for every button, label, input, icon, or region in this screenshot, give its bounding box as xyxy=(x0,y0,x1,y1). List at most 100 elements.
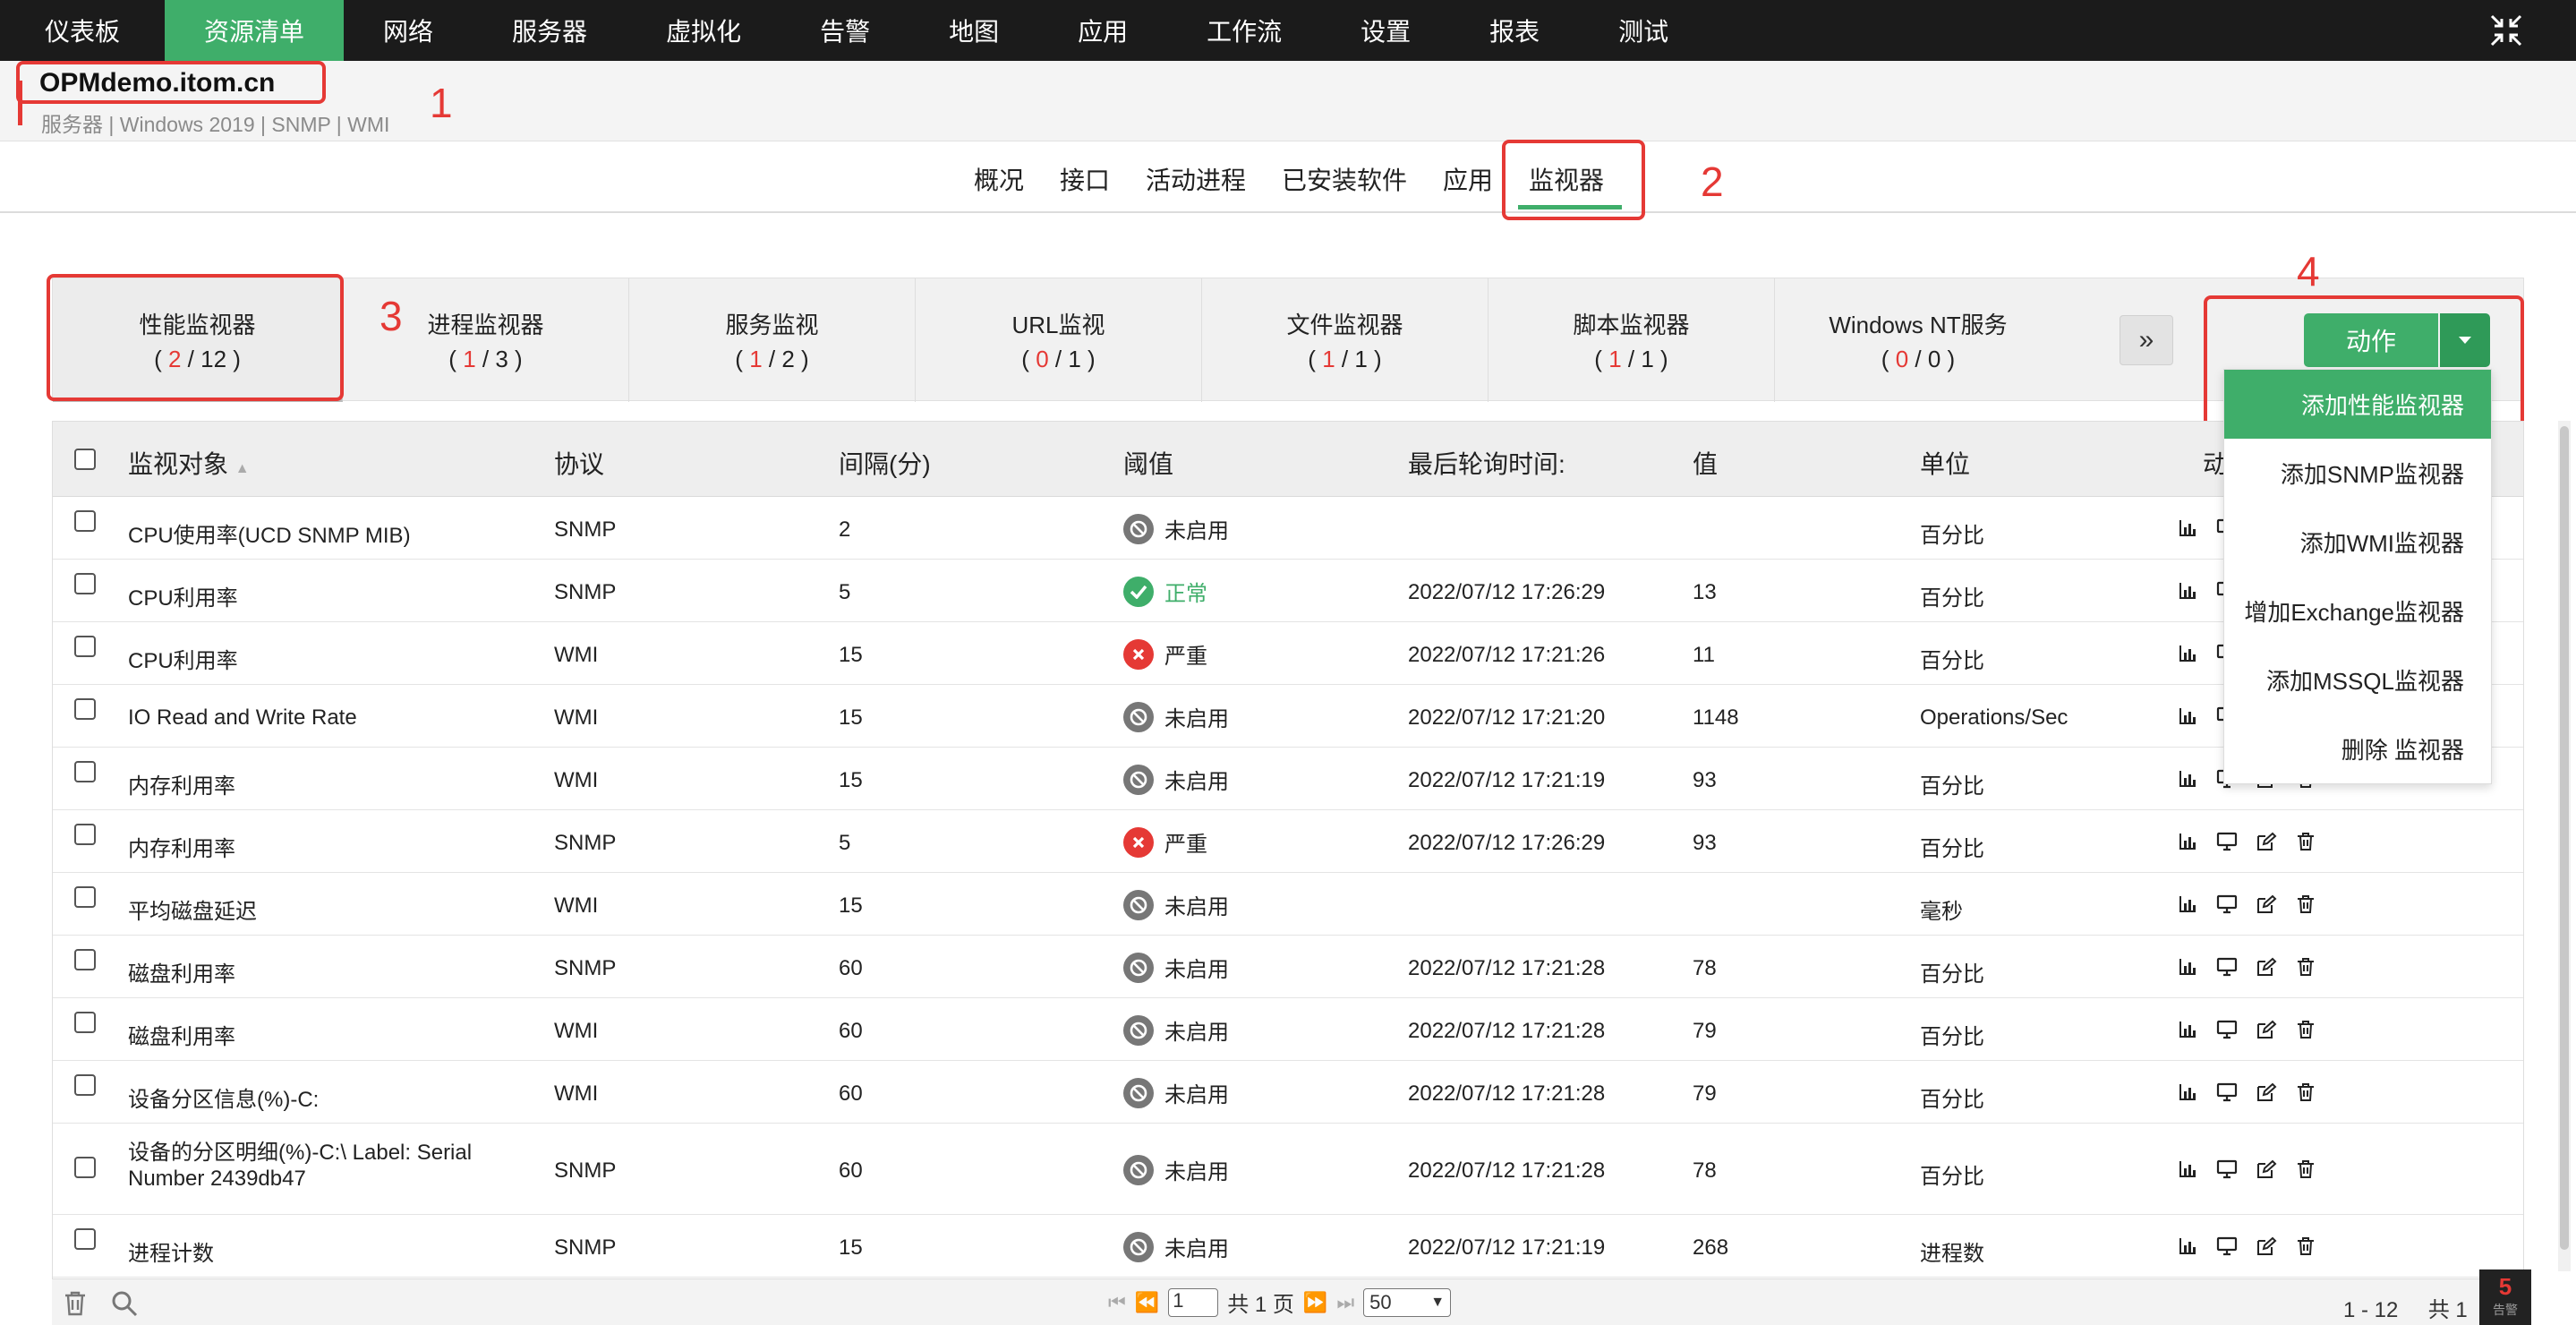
row-checkbox[interactable] xyxy=(74,949,96,970)
nav-network[interactable]: 网络 xyxy=(344,0,473,61)
row-checkbox[interactable] xyxy=(74,510,96,532)
header-interval[interactable]: 间隔(分) xyxy=(839,445,931,481)
chart-icon[interactable] xyxy=(2176,1235,2199,1258)
header-monitor[interactable]: 监视对象 ▲ xyxy=(128,445,250,481)
delete-icon[interactable] xyxy=(2294,893,2317,916)
subtab-file[interactable]: 文件监视器 ( 1 / 1 ) xyxy=(1202,278,1488,402)
chart-icon[interactable] xyxy=(2176,830,2199,853)
monitor-icon[interactable] xyxy=(2215,1081,2239,1104)
edit-icon[interactable] xyxy=(2255,893,2278,916)
scrollbar-thumb[interactable] xyxy=(2560,426,2569,1250)
nav-test[interactable]: 测试 xyxy=(1579,0,1708,61)
subtab-windows-nt[interactable]: Windows NT服务 ( 0 / 0 ) xyxy=(1775,278,2061,402)
last-page-icon[interactable]: ⏭ xyxy=(1336,1291,1354,1314)
nav-dashboard[interactable]: 仪表板 xyxy=(0,0,165,61)
more-tabs-button[interactable]: » xyxy=(2120,315,2173,365)
edit-icon[interactable] xyxy=(2255,830,2278,853)
chart-icon[interactable] xyxy=(2176,1081,2199,1104)
chart-icon[interactable] xyxy=(2176,1158,2199,1181)
nav-virtualization[interactable]: 虚拟化 xyxy=(627,0,780,61)
monitor-name[interactable]: 内存利用率 xyxy=(128,831,235,862)
row-checkbox[interactable] xyxy=(74,573,96,594)
header-unit[interactable]: 单位 xyxy=(1920,445,1970,481)
menu-add-wmi-monitor[interactable]: 添加WMI监视器 xyxy=(2224,508,2491,577)
monitor-name[interactable]: 内存利用率 xyxy=(128,768,235,799)
menu-add-mssql-monitor[interactable]: 添加MSSQL监视器 xyxy=(2224,645,2491,714)
monitor-icon[interactable] xyxy=(2215,893,2239,916)
row-checkbox[interactable] xyxy=(74,824,96,845)
row-checkbox[interactable] xyxy=(74,1074,96,1096)
row-checkbox[interactable] xyxy=(74,1228,96,1250)
search-icon[interactable] xyxy=(111,1290,138,1317)
subtab-script[interactable]: 脚本监视器 ( 1 / 1 ) xyxy=(1488,278,1775,402)
row-checkbox[interactable] xyxy=(74,698,96,720)
nav-apps[interactable]: 应用 xyxy=(1038,0,1167,61)
page-size-select[interactable]: 50 ▼ xyxy=(1363,1287,1452,1317)
row-checkbox[interactable] xyxy=(74,636,96,657)
header-threshold[interactable]: 阈值 xyxy=(1123,445,1173,481)
next-page-icon[interactable]: ⏩ xyxy=(1303,1291,1327,1314)
monitor-icon[interactable] xyxy=(2215,1235,2239,1258)
delete-icon[interactable] xyxy=(2294,1235,2317,1258)
chart-icon[interactable] xyxy=(2176,955,2199,979)
subtab-service[interactable]: 服务监视 ( 1 / 2 ) xyxy=(629,278,916,402)
row-checkbox[interactable] xyxy=(74,761,96,782)
monitor-icon[interactable] xyxy=(2215,1018,2239,1041)
header-protocol[interactable]: 协议 xyxy=(554,445,604,481)
monitor-icon[interactable] xyxy=(2215,830,2239,853)
edit-icon[interactable] xyxy=(2255,1235,2278,1258)
menu-delete-monitor[interactable]: 删除 监视器 xyxy=(2224,714,2491,783)
monitor-icon[interactable] xyxy=(2215,1158,2239,1181)
monitor-name[interactable]: 设备分区信息(%)-C: xyxy=(128,1081,319,1113)
nav-inventory[interactable]: 资源清单 xyxy=(165,0,345,61)
header-value[interactable]: 值 xyxy=(1693,445,1718,481)
monitor-name[interactable]: CPU利用率 xyxy=(128,643,238,674)
row-checkbox[interactable] xyxy=(74,886,96,908)
chart-icon[interactable] xyxy=(2176,767,2199,791)
edit-icon[interactable] xyxy=(2255,955,2278,979)
subtab-url[interactable]: URL监视 ( 0 / 1 ) xyxy=(916,278,1202,402)
row-checkbox[interactable] xyxy=(74,1157,96,1178)
tab-interfaces[interactable]: 接口 xyxy=(1060,161,1110,197)
nav-workflow[interactable]: 工作流 xyxy=(1167,0,1321,61)
monitor-name[interactable]: IO Read and Write Rate xyxy=(128,705,357,731)
select-all-checkbox[interactable] xyxy=(74,449,96,470)
nav-reports[interactable]: 报表 xyxy=(1450,0,1579,61)
edit-icon[interactable] xyxy=(2255,1158,2278,1181)
tab-apps[interactable]: 应用 xyxy=(1443,161,1493,197)
tab-processes[interactable]: 活动进程 xyxy=(1146,161,1246,197)
monitor-name[interactable]: CPU使用率(UCD SNMP MIB) xyxy=(128,517,411,549)
menu-add-snmp-monitor[interactable]: 添加SNMP监视器 xyxy=(2224,439,2491,508)
tab-installed-software[interactable]: 已安装软件 xyxy=(1282,161,1407,197)
nav-alarms[interactable]: 告警 xyxy=(780,0,909,61)
chart-icon[interactable] xyxy=(2176,579,2199,603)
delete-icon[interactable] xyxy=(2294,955,2317,979)
chart-icon[interactable] xyxy=(2176,1018,2199,1041)
chart-icon[interactable] xyxy=(2176,893,2199,916)
chart-icon[interactable] xyxy=(2176,705,2199,728)
monitor-name[interactable]: CPU利用率 xyxy=(128,580,238,611)
trash-icon[interactable] xyxy=(63,1290,88,1317)
delete-icon[interactable] xyxy=(2294,1018,2317,1041)
menu-add-performance-monitor[interactable]: 添加性能监视器 xyxy=(2224,370,2491,439)
monitor-name[interactable]: 设备的分区明细(%)-C:\ Label: Serial xyxy=(128,1134,472,1166)
monitor-name[interactable]: 平均磁盘延迟 xyxy=(128,893,257,925)
header-last-poll[interactable]: 最后轮询时间: xyxy=(1408,445,1565,481)
nav-settings[interactable]: 设置 xyxy=(1321,0,1450,61)
monitor-name[interactable]: 进程计数 xyxy=(128,1235,214,1267)
monitor-name[interactable]: 磁盘利用率 xyxy=(128,1019,235,1050)
collapse-icon[interactable] xyxy=(2488,13,2524,48)
tab-overview[interactable]: 概况 xyxy=(974,161,1024,197)
prev-page-icon[interactable]: ⏪ xyxy=(1135,1291,1159,1314)
edit-icon[interactable] xyxy=(2255,1081,2278,1104)
nav-servers[interactable]: 服务器 xyxy=(473,0,627,61)
delete-icon[interactable] xyxy=(2294,830,2317,853)
chart-icon[interactable] xyxy=(2176,517,2199,540)
monitor-name[interactable]: 磁盘利用率 xyxy=(128,956,235,987)
delete-icon[interactable] xyxy=(2294,1158,2317,1181)
row-checkbox[interactable] xyxy=(74,1012,96,1033)
menu-add-exchange-monitor[interactable]: 增加Exchange监视器 xyxy=(2224,577,2491,645)
first-page-icon[interactable]: ⏮ xyxy=(1108,1291,1126,1314)
chart-icon[interactable] xyxy=(2176,642,2199,665)
delete-icon[interactable] xyxy=(2294,1081,2317,1104)
